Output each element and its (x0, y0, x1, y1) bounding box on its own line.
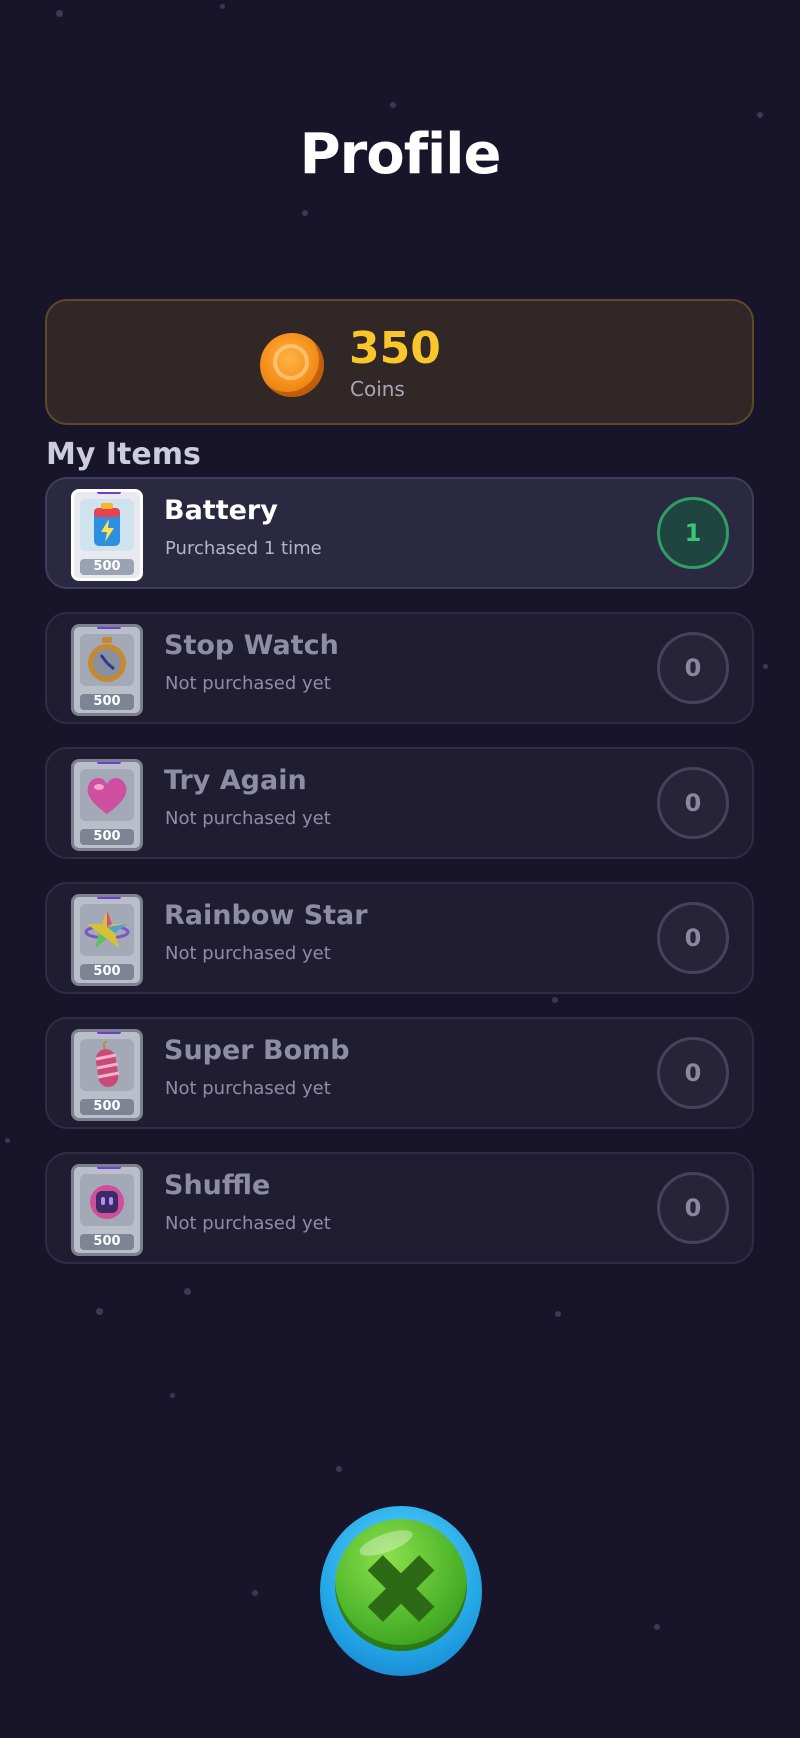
card-tab (97, 1032, 121, 1034)
coin-icon (260, 333, 324, 397)
background-star (170, 1393, 175, 1398)
bomb-icon (80, 1039, 134, 1091)
item-count-badge: 0 (657, 1037, 729, 1109)
background-star (252, 1590, 258, 1596)
background-star (96, 1308, 103, 1315)
item-card: 500 (71, 894, 143, 986)
close-button[interactable]: ✖ (320, 1506, 482, 1676)
close-icon: ✖ (359, 1532, 443, 1649)
item-price: 500 (80, 1234, 134, 1250)
item-count-badge: 1 (657, 497, 729, 569)
item-row-shuffle[interactable]: 500 Shuffle Not purchased yet 0 (45, 1152, 754, 1264)
my-items-heading: My Items (46, 437, 201, 472)
item-card: 500 (71, 759, 143, 851)
card-tab (97, 897, 121, 899)
background-star (654, 1624, 660, 1630)
background-star (56, 10, 63, 17)
item-price: 500 (80, 1099, 134, 1115)
stopwatch-icon (80, 634, 134, 686)
item-row-battery[interactable]: 500 Battery Purchased 1 time 1 (45, 477, 754, 589)
item-name: Shuffle (164, 1170, 271, 1201)
item-status: Not purchased yet (165, 1213, 331, 1234)
coin-balance-card: 350 Coins (45, 299, 754, 425)
item-row-rainbow-star[interactable]: 500 Rainbow Star Not purchased yet 0 (45, 882, 754, 994)
item-status: Not purchased yet (165, 673, 331, 694)
background-star (220, 4, 225, 9)
card-tab (97, 492, 121, 494)
item-price: 500 (80, 964, 134, 980)
coin-label: Coins (350, 377, 405, 401)
item-name: Battery (164, 495, 278, 526)
card-tab (97, 627, 121, 629)
item-count-badge: 0 (657, 902, 729, 974)
item-card: 500 (71, 1029, 143, 1121)
background-star (336, 1466, 342, 1472)
background-star (184, 1288, 191, 1295)
page-title: Profile (299, 122, 502, 187)
rainbow-star-icon (80, 904, 134, 956)
background-star (555, 1311, 561, 1317)
item-count-badge: 0 (657, 767, 729, 839)
item-count-badge: 0 (657, 1172, 729, 1244)
item-status: Not purchased yet (165, 1078, 331, 1099)
item-status: Purchased 1 time (165, 538, 322, 559)
item-card: 500 (71, 624, 143, 716)
item-status: Not purchased yet (165, 808, 331, 829)
item-price: 500 (80, 694, 134, 710)
item-count-badge: 0 (657, 632, 729, 704)
item-name: Rainbow Star (164, 900, 368, 931)
background-star (757, 112, 763, 118)
coin-amount: 350 (349, 323, 441, 374)
item-name: Super Bomb (164, 1035, 350, 1066)
item-card: 500 (71, 1164, 143, 1256)
item-name: Stop Watch (164, 630, 339, 661)
background-star (763, 664, 768, 669)
heart-icon (80, 769, 134, 821)
shuffle-icon (80, 1174, 134, 1226)
card-tab (97, 1167, 121, 1169)
background-star (390, 102, 396, 108)
background-star (302, 210, 308, 216)
item-status: Not purchased yet (165, 943, 331, 964)
battery-icon (80, 499, 134, 551)
item-row-super-bomb[interactable]: 500 Super Bomb Not purchased yet 0 (45, 1017, 754, 1129)
background-star (552, 997, 558, 1003)
item-price: 500 (80, 829, 134, 845)
item-name: Try Again (164, 765, 307, 796)
item-row-stop-watch[interactable]: 500 Stop Watch Not purchased yet 0 (45, 612, 754, 724)
item-card: 500 (71, 489, 143, 581)
background-star (5, 1138, 10, 1143)
item-price: 500 (80, 559, 134, 575)
card-tab (97, 762, 121, 764)
item-row-try-again[interactable]: 500 Try Again Not purchased yet 0 (45, 747, 754, 859)
